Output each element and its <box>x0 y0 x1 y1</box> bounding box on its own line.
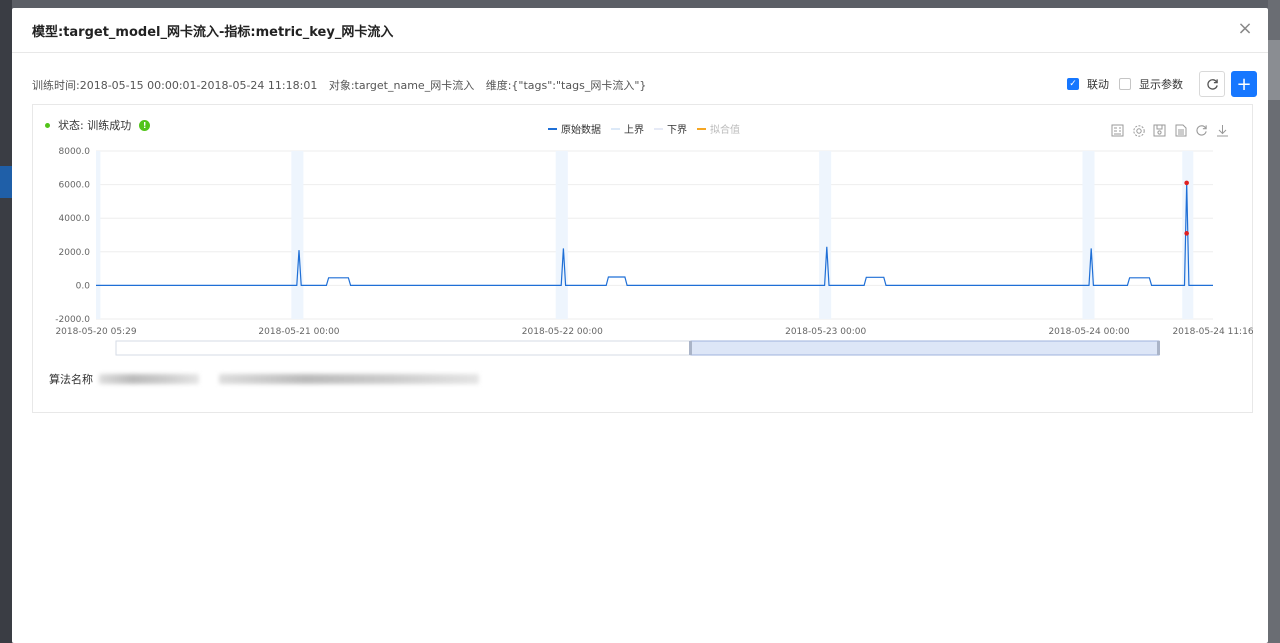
add-button[interactable]: + <box>1231 71 1257 97</box>
modal-header: 模型:target_model_网卡流入-指标:metric_key_网卡流入 … <box>12 8 1268 53</box>
x-tick-label: 2018-05-24 00:00 <box>1048 327 1129 337</box>
y-tick-label: -2000.0 <box>55 315 90 325</box>
y-tick-label: 0.0 <box>76 281 91 291</box>
anomaly-point <box>1184 180 1189 186</box>
modal-title: 模型:target_model_网卡流入-指标:metric_key_网卡流入 <box>32 24 394 40</box>
zoom-handle-left <box>689 341 692 355</box>
nav-accent <box>0 166 12 198</box>
x-tick-label: 2018-05-21 00:00 <box>258 327 339 337</box>
bound-band <box>1082 151 1095 319</box>
bound-band <box>819 151 832 319</box>
backdrop-right <box>1268 0 1280 643</box>
algorithm-row: 算法名称 <box>49 371 479 387</box>
algo-label: 算法名称 <box>49 373 93 386</box>
refresh-icon <box>1206 78 1218 90</box>
object-name: 对象:target_name_网卡流入 <box>328 79 475 92</box>
info-row: 训练时间:2018-05-15 00:00:01-2018-05-24 11:1… <box>32 71 1257 99</box>
checkbox-icon[interactable] <box>1119 78 1131 90</box>
line-chart[interactable]: 8000.0 6000.0 4000.0 2000.0 0.0 -2000.0 2018-0… <box>33 105 1254 367</box>
checkbox-checked-icon[interactable]: ✓ <box>1067 78 1079 90</box>
model-detail-modal: 模型:target_model_网卡流入-指标:metric_key_网卡流入 … <box>12 8 1268 643</box>
y-tick-label: 6000.0 <box>59 181 91 191</box>
link-label: 联动 <box>1087 78 1109 91</box>
close-icon[interactable]: × <box>1236 20 1254 38</box>
zoom-window <box>690 340 1160 356</box>
bound-band <box>291 151 304 319</box>
redacted-value <box>99 374 199 384</box>
x-tick-label: 2018-05-24 11:16 <box>1172 327 1253 337</box>
training-info: 训练时间:2018-05-15 00:00:01-2018-05-24 11:1… <box>32 77 654 93</box>
y-tick-label: 2000.0 <box>59 248 91 258</box>
show-params-checkbox[interactable]: 显示参数 <box>1119 76 1183 92</box>
show-params-label: 显示参数 <box>1139 78 1183 91</box>
y-tick-label: 4000.0 <box>59 214 91 224</box>
backdrop-band <box>1268 40 1280 100</box>
controls: ✓ 联动 显示参数 + <box>1067 71 1257 97</box>
plus-icon: + <box>1236 73 1252 95</box>
chart-panel: 状态: 训练成功 ! 原始数据 上界 下界 拟合值 8000.0 6000.0 40… <box>32 104 1254 413</box>
zoom-handle-right <box>1157 341 1160 355</box>
y-tick-label: 8000.0 <box>59 147 91 157</box>
redacted-value <box>219 374 479 384</box>
x-tick-label: 2018-05-23 00:00 <box>785 327 866 337</box>
backdrop-left <box>0 0 12 643</box>
bound-band <box>555 151 568 319</box>
bound-band <box>96 151 101 319</box>
dimension: 维度:{"tags":"tags_网卡流入"} <box>485 79 647 92</box>
refresh-button[interactable] <box>1199 71 1225 97</box>
x-tick-label: 2018-05-22 00:00 <box>522 327 603 337</box>
train-time: 训练时间:2018-05-15 00:00:01-2018-05-24 11:1… <box>32 79 318 92</box>
link-checkbox[interactable]: ✓ 联动 <box>1067 76 1109 92</box>
series-line-raw <box>96 182 1213 286</box>
anomaly-point <box>1184 231 1189 236</box>
x-tick-label: 2018-05-20 05:29 <box>55 327 136 337</box>
